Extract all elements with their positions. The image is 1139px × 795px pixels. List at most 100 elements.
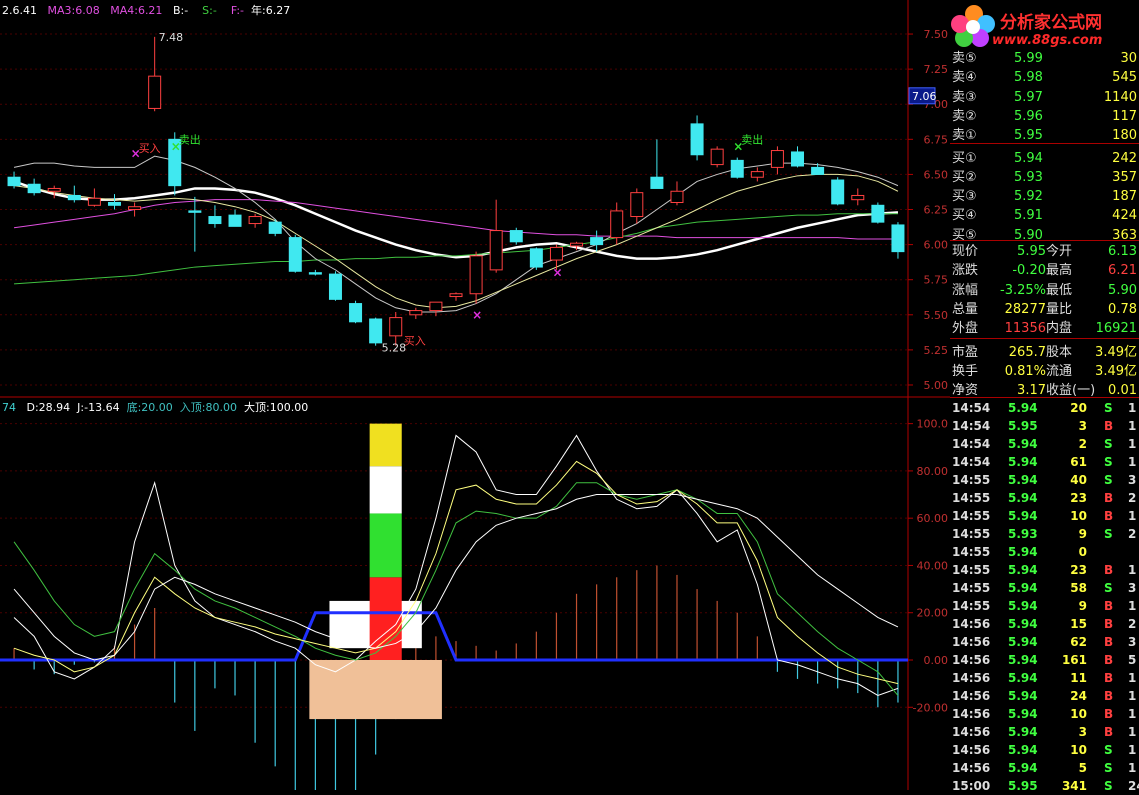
tick-side: B [1104,491,1114,505]
tick-row[interactable]: 14:56 5.94 15 B 2 [950,615,1139,633]
tick-side: S [1104,581,1113,595]
tick-time: 14:56 [952,653,991,667]
tick-time: 14:56 [952,635,991,649]
tick-side: B [1104,509,1114,523]
order-label: 买① [952,150,977,166]
tick-volume: 5 [1078,761,1087,775]
tick-side: B [1104,617,1114,631]
stat-label: 净资 [952,383,979,399]
kdj-header-2: J:-13.64 [77,401,120,414]
kdj-axis-label: 0.00 [924,654,949,667]
order-volume: 30 [1120,51,1137,66]
tick-row[interactable]: 14:55 5.94 23 B 1 [950,561,1139,579]
tick-row[interactable]: 14:56 5.94 11 B 1 [950,669,1139,687]
ma-header-4: S:- [202,4,217,17]
kdj-line [13,482,899,696]
tick-count: 1 [1128,743,1137,757]
candle-body [871,204,885,223]
order-label: 买⑤ [952,227,977,243]
candle-body [148,75,162,109]
tick-count: 2 [1128,617,1137,631]
order-label: 卖⑤ [952,51,977,66]
tick-row[interactable]: 15:00 5.95 341 S 24 [950,777,1139,795]
order-row: 卖⑤ 5.99 30 [950,50,1139,68]
candle-body [228,214,242,227]
signal-marker: × [552,266,562,280]
stat-value: 3.17 [1017,383,1046,399]
tick-row[interactable]: 14:56 5.94 3 B 1 [950,723,1139,741]
kdj-header-1: D:28.94 [26,401,71,414]
tick-row[interactable]: 14:56 5.94 24 B 1 [950,687,1139,705]
tick-price: 5.94 [1008,401,1038,415]
tick-row[interactable]: 14:55 5.94 40 S 3 [950,471,1139,489]
tick-row[interactable]: 14:54 5.94 20 S 1 [950,399,1139,417]
ma-header-0: 2.6.41 [2,4,37,17]
tick-price: 5.94 [1008,581,1038,595]
tick-row[interactable]: 14:55 5.94 9 B 1 [950,597,1139,615]
ma-header: 2.6.41 MA3:6.08 MA4:6.21 B:- S:- F:- 年:6… [2,2,290,18]
order-volume: 545 [1112,70,1137,86]
tick-side: B [1104,419,1114,433]
tick-row[interactable]: 14:56 5.94 62 B 3 [950,633,1139,651]
tick-volume: 10 [1070,707,1087,721]
tick-row[interactable]: 14:56 5.94 10 B 1 [950,705,1139,723]
tick-row[interactable]: 14:54 5.94 61 S 1 [950,453,1139,471]
stat-row: 现价 5.95 今开 6.13 [950,243,1139,261]
tick-row[interactable]: 14:54 5.94 2 S 1 [950,435,1139,453]
tick-row[interactable]: 14:54 5.95 3 B 1 [950,417,1139,435]
stat-label: 外盘 [952,321,979,337]
tick-price: 5.95 [1008,779,1038,793]
candle-body [730,159,744,178]
stat-label: 总量 [952,301,979,317]
stat-label: 股本 [1046,344,1073,360]
tick-volume: 9 [1078,527,1087,541]
price-axis-label: 6.75 [924,133,949,146]
tick-count: 2 [1128,527,1137,541]
tick-price: 5.94 [1008,455,1038,469]
tick-time: 14:55 [952,509,991,523]
sell-label: 卖出 [741,133,763,147]
tick-time: 14:56 [952,617,991,631]
tick-row[interactable]: 14:55 5.94 0 [950,543,1139,561]
candle-body [570,242,584,247]
tick-price: 5.95 [1008,419,1038,433]
order-price: 5.98 [1014,70,1043,86]
tick-row[interactable]: 14:55 5.94 10 B 1 [950,507,1139,525]
green-signal-block [369,513,402,578]
candle-body [590,237,604,246]
stat-value: 5.95 [1017,244,1046,259]
tick-row[interactable]: 14:56 5.94 5 S 1 [950,759,1139,777]
tick-price: 5.94 [1008,437,1038,451]
tick-count: 1 [1128,689,1137,703]
stat-value: 3.49亿 [1095,344,1137,360]
tick-row[interactable]: 14:56 5.94 10 S 1 [950,741,1139,759]
stat-row: 总量 28277 量比 0.78 [950,301,1139,319]
order-row: 买⑤ 5.90 363 [950,227,1139,245]
stat-label: 涨跌 [952,263,979,279]
chart-area: 7.50 7.25 7.00 6.75 6.50 6.25 6.00 5.75 5.50 5.25… [0,0,950,790]
price-axis-label: 5.75 [924,274,949,287]
tick-volume: 3 [1078,725,1087,739]
tick-time: 14:56 [952,743,991,757]
tick-side: S [1104,743,1113,757]
tick-time: 14:54 [952,437,991,451]
tick-volume: 3 [1078,419,1087,433]
stat-label: 涨幅 [952,282,979,298]
tick-row[interactable]: 14:55 5.94 23 B 2 [950,489,1139,507]
tick-count: 1 [1128,725,1137,739]
tick-row[interactable]: 14:55 5.94 58 S 3 [950,579,1139,597]
kdj-header: 74 D:28.94 J:-13.64 底:20.00 入顶:80.00 大顶:… [2,399,308,415]
tick-row[interactable]: 14:56 5.94 161 B 5 [950,651,1139,669]
tick-volume: 40 [1070,473,1087,487]
stat-value: 0.78 [1108,301,1137,317]
ma-header-1: MA3:6.08 [47,4,100,17]
candle-body [349,303,363,323]
tick-side: S [1104,455,1113,469]
order-row: 买② 5.93 357 [950,169,1139,187]
tick-row[interactable]: 14:55 5.93 9 S 2 [950,525,1139,543]
ma-header-6: 年:6.27 [251,4,291,17]
tick-volume: 23 [1070,563,1087,577]
order-price: 5.93 [1014,169,1043,185]
tick-time: 14:56 [952,671,991,685]
candle-body [710,148,724,166]
